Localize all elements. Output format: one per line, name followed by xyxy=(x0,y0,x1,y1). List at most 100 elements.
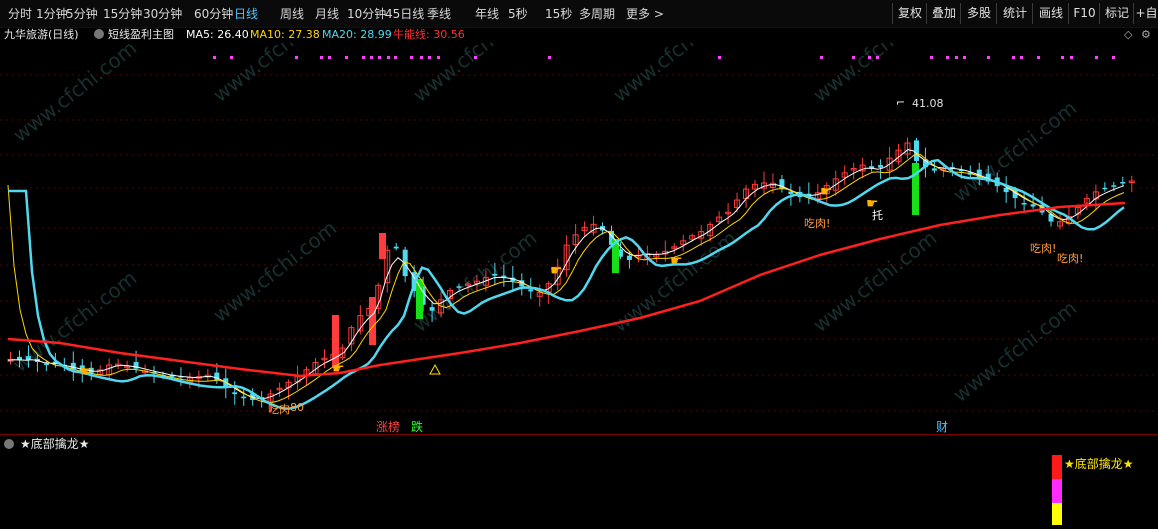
toolbar-btn-3[interactable]: 统计 xyxy=(996,3,1033,24)
eat-label-left-num: 80 xyxy=(290,401,304,414)
toolbar-btn-5[interactable]: F10 xyxy=(1068,3,1100,24)
toolbar-btn-4[interactable]: 画线 xyxy=(1032,3,1069,24)
sub-indicator-header: ★底部擒龙★ xyxy=(0,436,300,452)
period-tab-6[interactable]: 日线 xyxy=(234,4,258,24)
toolbar-btn-1[interactable]: 叠加 xyxy=(926,3,961,24)
period-tab-12[interactable]: 年线 xyxy=(475,4,499,24)
ma10-value: MA10: 27.38 xyxy=(250,28,320,41)
highlight-bar-1 xyxy=(369,297,376,345)
ma20-value: MA20: 28.99 xyxy=(322,28,392,41)
eat-label-2: 吃肉! xyxy=(1030,242,1056,255)
period-tab-5[interactable]: 60分钟 xyxy=(194,4,233,24)
signal-dot-27 xyxy=(1012,56,1015,59)
period-toolbar: 分时 1分钟 5分钟 15分钟 30分钟 60分钟 日线 周线 月线 10分钟 45日线 季线 年线 5秒… xyxy=(0,0,1158,28)
period-tab-9[interactable]: 10分钟 xyxy=(347,4,386,24)
candle-body-101 xyxy=(913,140,919,161)
candle-body-47 xyxy=(429,307,435,311)
signal-dot-9 xyxy=(387,56,390,59)
hand-pointer-icon-2: ☛ xyxy=(550,263,563,279)
period-tab-14[interactable]: 15秒 xyxy=(545,4,572,24)
diamond-icon[interactable]: ◇ xyxy=(1124,27,1132,43)
signal-dot-24 xyxy=(955,56,958,59)
settings-icon[interactable]: ⚙ xyxy=(1141,27,1151,43)
signal-dot-5 xyxy=(345,56,348,59)
candle-body-2 xyxy=(25,356,31,360)
hand-pointer-icon-0: ☛ xyxy=(80,364,93,380)
niu-energy-line xyxy=(7,201,1126,378)
signal-dot-19 xyxy=(852,56,855,59)
candle-body-26 xyxy=(241,396,247,399)
ma5-value: MA5: 26.40 xyxy=(186,28,249,41)
candle-body-114 xyxy=(1030,204,1036,207)
signal-dot-29 xyxy=(1037,56,1040,59)
signal-dot-21 xyxy=(876,56,879,59)
eat-label-1: 吃肉! xyxy=(804,217,830,230)
period-tab-7[interactable]: 周线 xyxy=(280,4,304,24)
chevron-down-icon[interactable] xyxy=(94,27,104,43)
period-tab-10[interactable]: 45日线 xyxy=(385,4,424,24)
signal-dot-14 xyxy=(437,56,440,59)
signal-dot-30 xyxy=(1061,56,1064,59)
sub-indicator-title[interactable]: ★底部擒龙★ xyxy=(20,436,90,452)
toolbar-btn-0[interactable]: 复权 xyxy=(892,3,927,24)
signal-dot-32 xyxy=(1095,56,1098,59)
sub-indicator-panel[interactable] xyxy=(0,452,1158,529)
candle-body-50 xyxy=(456,286,462,288)
period-tab-1[interactable]: 1分钟 xyxy=(36,4,68,24)
eat-label-left: 吃肉 xyxy=(268,403,290,416)
signal-dot-6 xyxy=(362,56,365,59)
candle-body-4 xyxy=(43,363,49,366)
hand-pointer-icon-4: ☛ xyxy=(820,184,833,200)
candle-body-122 xyxy=(1102,187,1108,190)
period-tab-16[interactable]: 更多 > xyxy=(626,4,664,24)
candle-body-103 xyxy=(931,168,937,171)
triangle-marker-icon xyxy=(429,363,441,375)
signal-dot-33 xyxy=(1112,56,1115,59)
legend-magenta-bar xyxy=(1052,479,1062,503)
period-tab-13[interactable]: 5秒 xyxy=(508,4,528,24)
signal-dot-0 xyxy=(213,56,216,59)
watermark-0: www.cfchi.com xyxy=(8,43,141,147)
period-tab-8[interactable]: 月线 xyxy=(315,4,339,24)
signal-dot-18 xyxy=(820,56,823,59)
signal-dot-3 xyxy=(320,56,323,59)
signal-dot-22 xyxy=(930,56,933,59)
period-tab-3[interactable]: 15分钟 xyxy=(103,4,142,24)
signal-dot-31 xyxy=(1070,56,1073,59)
indicator-name[interactable]: 短线盈利主图 xyxy=(108,27,174,43)
toolbar-btn-7[interactable]: +自 xyxy=(1133,3,1158,24)
signal-dot-23 xyxy=(946,56,949,59)
high-price-label: 41.08 xyxy=(912,97,944,110)
watermark-3: www.cfchi.com xyxy=(208,216,341,327)
candle-body-23 xyxy=(214,372,220,381)
period-tab-4[interactable]: 30分钟 xyxy=(143,4,182,24)
sub-legend-label: ★底部擒龙★ xyxy=(1064,457,1134,471)
candle-body-124 xyxy=(1120,182,1126,184)
signal-dot-10 xyxy=(394,56,397,59)
stock-name[interactable]: 九华旅游(日线) xyxy=(4,27,79,43)
legend-yellow-bar xyxy=(1052,503,1062,525)
watermark-11: www.cfchi.com xyxy=(948,296,1081,407)
signal-dot-12 xyxy=(420,56,423,59)
main-kline-chart[interactable]: www.cfchi.comwww.cfchi.comwww.cfchi.comw… xyxy=(0,43,1158,434)
period-tab-0[interactable]: 分时 xyxy=(8,4,32,24)
eat-label-3: 吃肉! xyxy=(1057,252,1083,265)
signal-dot-11 xyxy=(410,56,413,59)
signal-dot-17 xyxy=(718,56,721,59)
signal-dot-13 xyxy=(428,56,431,59)
signal-dot-26 xyxy=(987,56,990,59)
toolbar-btn-6[interactable]: 标记 xyxy=(1099,3,1134,24)
signal-dot-1 xyxy=(230,56,233,59)
legend-red-bar xyxy=(1052,455,1062,479)
candle-body-54 xyxy=(492,273,498,276)
finance-label: 财 xyxy=(936,420,948,434)
chevron-down-icon[interactable] xyxy=(4,436,14,452)
candle-body-43 xyxy=(393,246,399,249)
period-tab-2[interactable]: 5分钟 xyxy=(66,4,98,24)
period-tab-11[interactable]: 季线 xyxy=(427,4,451,24)
toolbar-btn-2[interactable]: 多股 xyxy=(960,3,997,24)
watermark-9: www.cfchi.com xyxy=(808,226,941,337)
panel-divider xyxy=(0,434,1158,435)
period-tab-15[interactable]: 多周期 xyxy=(579,4,615,24)
hand-pointer-icon-5: ☛ xyxy=(866,196,879,212)
